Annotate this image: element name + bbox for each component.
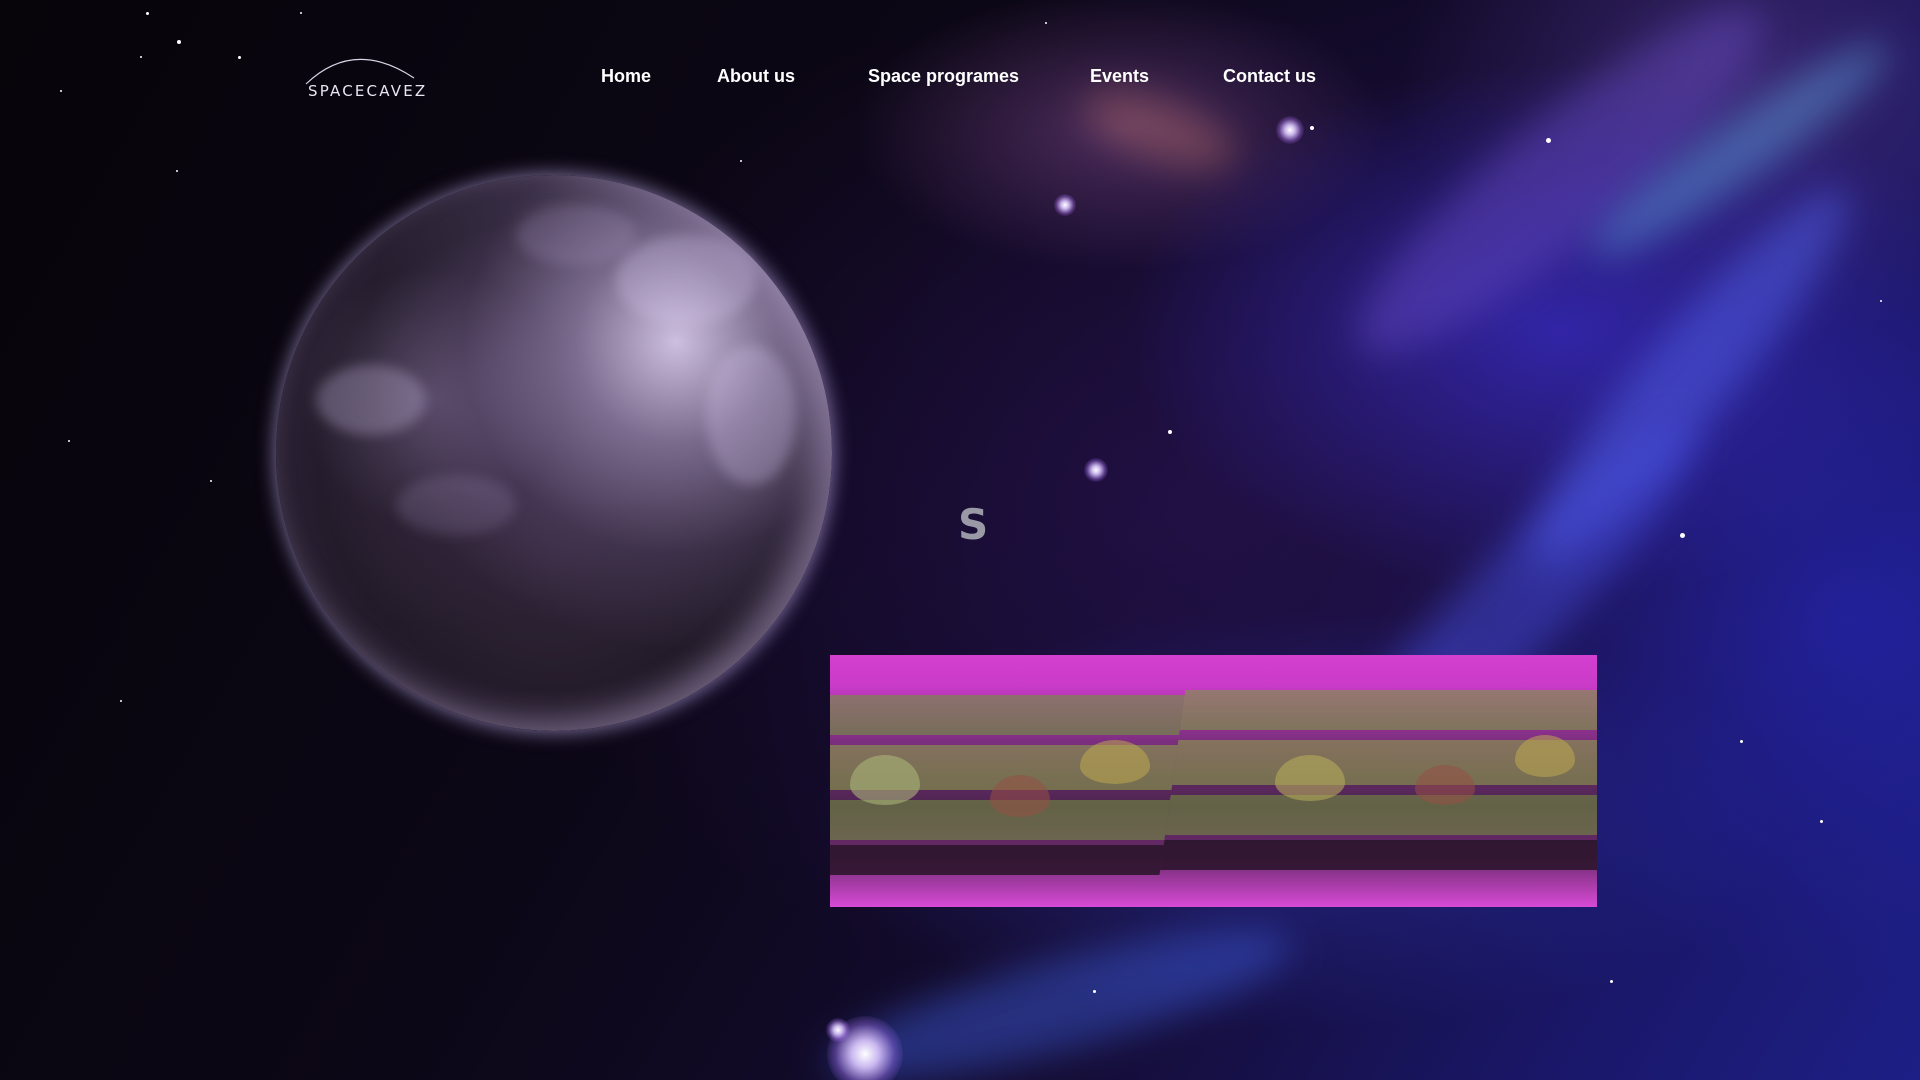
page: SPACECAVEZ Home About us Space programes…	[0, 0, 1920, 1080]
nav-item-home[interactable]: Home	[601, 66, 651, 87]
star	[120, 700, 122, 702]
logo-text: SPACECAVEZ	[308, 82, 428, 100]
plant	[1415, 765, 1475, 805]
star	[300, 12, 302, 14]
nav-item-events[interactable]: Events	[1090, 66, 1149, 87]
star	[68, 440, 70, 442]
bright-star	[1054, 194, 1076, 216]
plants-image-panel	[830, 655, 1597, 907]
star	[1820, 820, 1823, 823]
nebula-cloud	[1322, 0, 1798, 394]
star	[140, 56, 142, 58]
brand-logo[interactable]: SPACECAVEZ	[300, 46, 425, 106]
nebula-cloud	[1074, 74, 1246, 186]
plant	[1515, 735, 1575, 777]
star	[1880, 300, 1882, 302]
star	[210, 480, 212, 482]
star	[1740, 740, 1743, 743]
nebula-cloud	[1575, 22, 1905, 278]
nav-item-contact-us[interactable]: Contact us	[1223, 66, 1316, 87]
star	[1546, 138, 1551, 143]
nav-item-space-programes[interactable]: Space programes	[868, 66, 1019, 87]
nebula-cloud	[1501, 162, 1879, 588]
star	[1610, 980, 1613, 983]
planet-cloud	[616, 235, 756, 325]
star	[1168, 430, 1172, 434]
bright-star	[826, 1018, 850, 1042]
tray	[1155, 840, 1597, 870]
plant	[990, 775, 1050, 817]
hero-heading: S	[958, 500, 989, 549]
star	[1093, 990, 1096, 993]
plants-image-right	[1155, 655, 1597, 907]
star	[238, 56, 241, 59]
star	[146, 12, 149, 15]
star	[1310, 126, 1314, 130]
star	[60, 90, 62, 92]
planet-cloud	[516, 205, 636, 265]
bright-star	[827, 1016, 903, 1080]
star	[740, 160, 742, 162]
star	[177, 40, 181, 44]
plant	[1275, 755, 1345, 801]
star	[176, 170, 178, 172]
nebula-cloud	[816, 899, 1304, 1080]
plant-row	[1155, 795, 1597, 835]
plant-row	[1155, 690, 1597, 730]
plant	[1080, 740, 1150, 784]
planet-cloud	[396, 475, 516, 535]
logo-orbit-icon	[305, 58, 415, 85]
planet-image	[276, 175, 832, 731]
nav-item-about-us[interactable]: About us	[717, 66, 795, 87]
planet-cloud	[316, 365, 426, 435]
star	[1045, 22, 1047, 24]
bright-star	[1276, 116, 1304, 144]
bright-star	[1084, 458, 1108, 482]
planet-cloud	[706, 345, 796, 485]
star	[1680, 533, 1685, 538]
